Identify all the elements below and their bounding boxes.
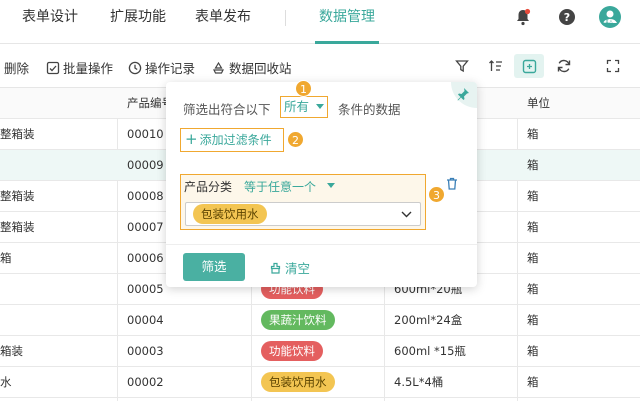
cell-category: 功能饮料 [261, 336, 323, 367]
cell-code: 00009 [127, 158, 164, 172]
cell-category: 包装饮用水 [261, 367, 335, 398]
cell-unit: 箱 [527, 282, 539, 296]
add-condition-label: 添加过滤条件 [199, 133, 272, 147]
log-label: 操作记录 [145, 61, 196, 76]
cell-name: 整箱装 [0, 189, 35, 203]
operation-log-button[interactable]: 操作记录 [128, 58, 195, 77]
filter-icon[interactable] [451, 55, 473, 77]
header-unit[interactable]: 单位 [527, 88, 550, 119]
pin-icon[interactable] [451, 82, 477, 108]
cell-unit: 箱 [527, 251, 539, 265]
cell-category: 果蔬汁饮料 [261, 305, 335, 336]
clock-icon [128, 61, 142, 74]
cell-spec: 600ml *15瓶 [394, 344, 466, 358]
cell-code: 00005 [127, 282, 164, 296]
cell-unit: 箱 [527, 313, 539, 327]
step-badge: 2 [287, 131, 304, 148]
tab-extensions[interactable]: 扩展功能 [110, 8, 166, 44]
match-mode-value: 所有 [284, 99, 310, 114]
recycle-icon [213, 61, 224, 74]
filter-button[interactable]: 筛选 [183, 253, 245, 281]
recycle-label: 数据回收站 [229, 61, 292, 76]
filter-popup: 筛选出符合以下 所有 1 条件的数据 + 添加过滤条件 2 产品分类 等于任意一个… [166, 80, 477, 287]
step-badge: 3 [428, 186, 445, 203]
cell-name: 整箱装 [0, 220, 35, 234]
avatar-text: 某某人 [601, 19, 613, 24]
cell-code: 00002 [127, 375, 164, 389]
clear-label: 清空 [285, 261, 311, 276]
cell-unit: 箱 [527, 220, 539, 234]
cell-code: 00007 [127, 220, 164, 234]
table-row[interactable]: 00004 果蔬汁饮料 200ml*24盒 箱 [0, 305, 640, 336]
cell-name: 水 [0, 375, 12, 389]
batch-label: 批量操作 [63, 61, 114, 76]
batch-edit-icon [46, 61, 60, 74]
filter-suffix: 条件的数据 [338, 102, 401, 117]
category-tag: 包装饮用水 [261, 372, 335, 392]
top-nav: 表单设计 扩展功能 表单发布 数据管理 ? 某某人 [0, 0, 640, 44]
nav-divider [285, 10, 286, 26]
cell-name: 整箱装 [0, 127, 35, 141]
caret-down-icon [327, 183, 335, 188]
cell-code: 00006 [127, 251, 164, 265]
trash-icon[interactable] [446, 177, 458, 193]
step-badge: 1 [295, 80, 312, 97]
cell-code: 00010 [127, 127, 164, 141]
sort-icon[interactable] [485, 55, 507, 77]
category-tag: 果蔬汁饮料 [261, 310, 335, 330]
clear-button[interactable]: 清空 [270, 258, 310, 277]
match-mode-select[interactable]: 所有 [280, 96, 328, 118]
popup-divider [166, 244, 477, 245]
delete-button[interactable]: 删除 [4, 58, 29, 77]
cell-unit: 箱 [527, 375, 539, 389]
table-row[interactable]: 箱装 00003 功能饮料 600ml *15瓶 箱 [0, 336, 640, 367]
cell-unit: 箱 [527, 189, 539, 203]
cell-spec: 4.5L*4桶 [394, 375, 444, 389]
cell-code: 00008 [127, 189, 164, 203]
plus-icon: + [185, 130, 198, 148]
condition-row: 产品分类 等于任意一个 包装饮用水 [180, 174, 426, 230]
tab-form-publish[interactable]: 表单发布 [195, 8, 251, 44]
cell-unit: 箱 [527, 127, 539, 141]
help-icon[interactable]: ? [556, 6, 578, 28]
cell-name: 箱 [0, 251, 12, 265]
cell-code: 00004 [127, 313, 164, 327]
tab-form-design[interactable]: 表单设计 [22, 8, 78, 44]
cell-code: 00003 [127, 344, 164, 358]
recycle-bin-button[interactable]: 数据回收站 [211, 58, 292, 77]
refresh-icon[interactable] [553, 55, 575, 77]
delete-label: 删除 [4, 61, 30, 76]
svg-text:?: ? [564, 11, 570, 24]
chevron-down-icon [401, 211, 412, 218]
batch-operation-button[interactable]: 批量操作 [46, 58, 113, 77]
caret-down-icon [316, 104, 324, 109]
cell-spec: 200ml*24盒 [394, 313, 463, 327]
cell-name: 箱装 [0, 344, 23, 358]
table-row[interactable]: 水 00002 包装饮用水 4.5L*4桶 箱 [0, 367, 640, 398]
cell-unit: 箱 [527, 344, 539, 358]
value-tag: 包装饮用水 [193, 204, 267, 224]
tab-data-management[interactable]: 数据管理 [315, 8, 379, 44]
condition-value-select[interactable]: 包装饮用水 [185, 202, 421, 226]
avatar[interactable]: 某某人 [598, 5, 622, 29]
add-condition-button[interactable]: + 添加过滤条件 [180, 128, 284, 152]
filter-prefix: 筛选出符合以下 [183, 102, 271, 117]
eraser-icon [270, 262, 281, 274]
display-fields-icon[interactable] [514, 54, 544, 78]
bell-icon[interactable] [512, 6, 534, 28]
cell-unit: 箱 [527, 158, 539, 172]
condition-operator[interactable]: 等于任意一个 [244, 178, 316, 195]
condition-field: 产品分类 [184, 180, 233, 194]
category-tag: 功能饮料 [261, 341, 323, 361]
fullscreen-icon[interactable] [602, 55, 624, 77]
